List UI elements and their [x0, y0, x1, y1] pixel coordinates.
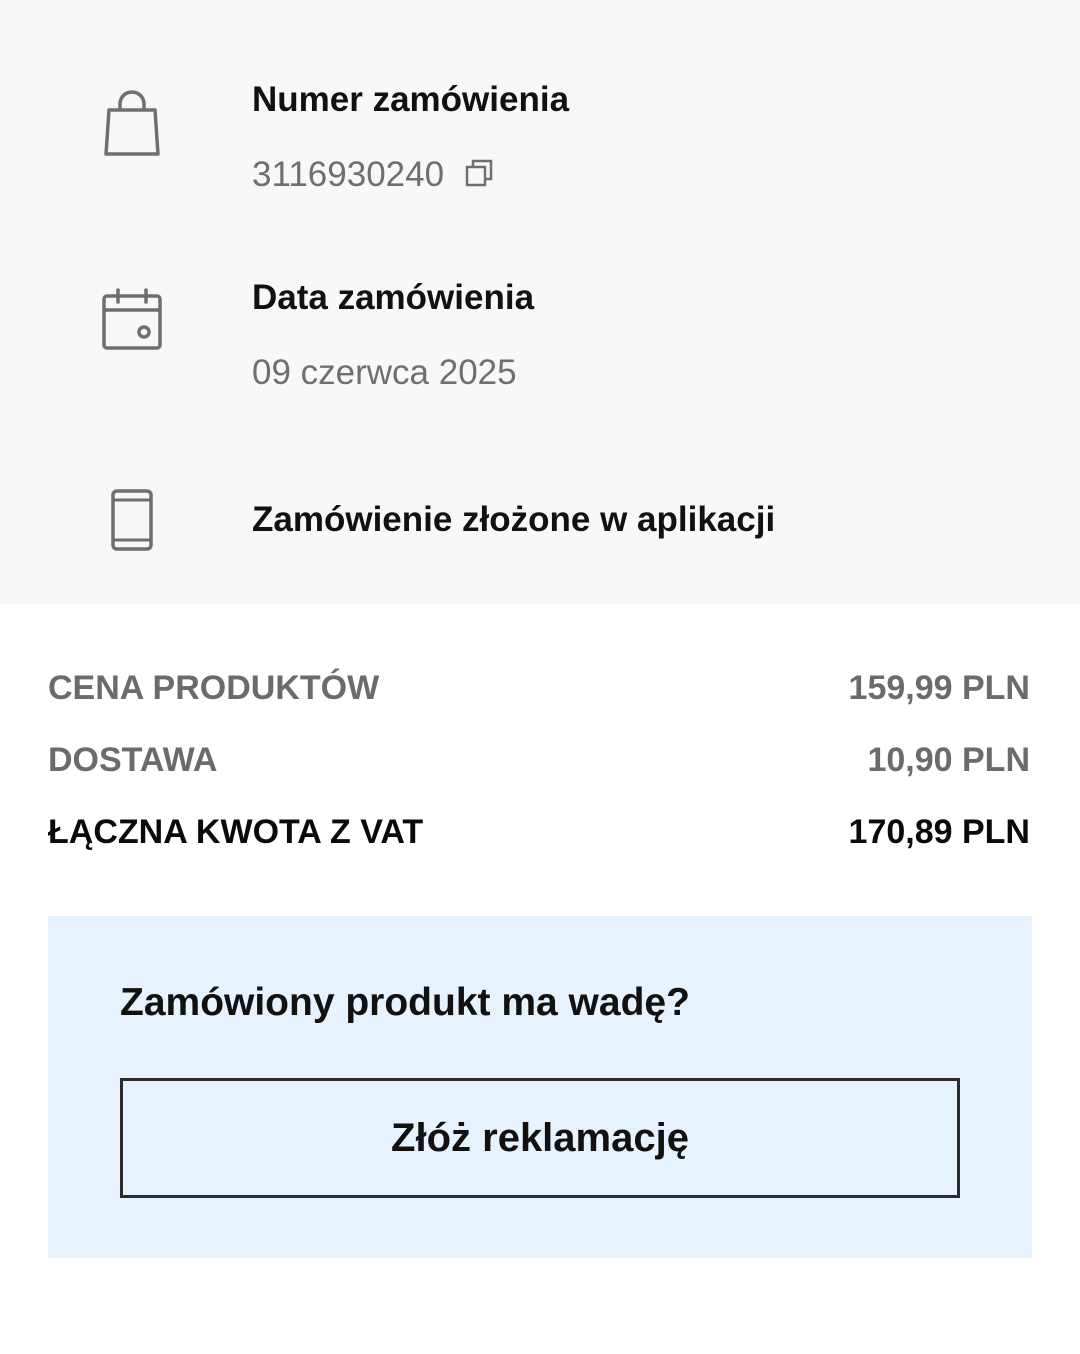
calendar-icon	[96, 284, 168, 356]
order-source-label: Zamówienie złożone w aplikacji	[252, 500, 776, 539]
order-number-value: 3116930240	[252, 155, 445, 194]
delivery-price-value: 10,90 PLN	[867, 741, 1030, 779]
claim-question: Zamówiony produkt ma wadę?	[120, 981, 690, 1024]
delivery-price-label: DOSTAWA	[48, 741, 218, 779]
copy-icon	[464, 158, 494, 193]
file-claim-button[interactable]: Złóż reklamację	[120, 1078, 960, 1198]
order-number-label: Numer zamówienia	[252, 80, 570, 119]
shopping-bag-icon	[96, 88, 168, 160]
total-price-label: ŁĄCZNA KWOTA Z VAT	[48, 813, 424, 851]
claim-box: Zamówiony produkt ma wadę? Złóż reklamac…	[48, 916, 1032, 1258]
order-info-panel: Numer zamówienia 3116930240 Data zamówie…	[0, 0, 1080, 604]
summary-row-products: CENA PRODUKTÓW 159,99 PLN	[48, 666, 1030, 710]
smartphone-icon	[96, 484, 168, 556]
summary-row-total: ŁĄCZNA KWOTA Z VAT 170,89 PLN	[48, 810, 1030, 854]
order-date-value: 09 czerwca 2025	[252, 353, 517, 392]
order-date-label: Data zamówienia	[252, 278, 535, 317]
total-price-value: 170,89 PLN	[848, 813, 1030, 851]
products-price-value: 159,99 PLN	[848, 669, 1030, 707]
products-price-label: CENA PRODUKTÓW	[48, 669, 380, 707]
copy-order-number-button[interactable]	[461, 157, 497, 193]
summary-row-delivery: DOSTAWA 10,90 PLN	[48, 738, 1030, 782]
